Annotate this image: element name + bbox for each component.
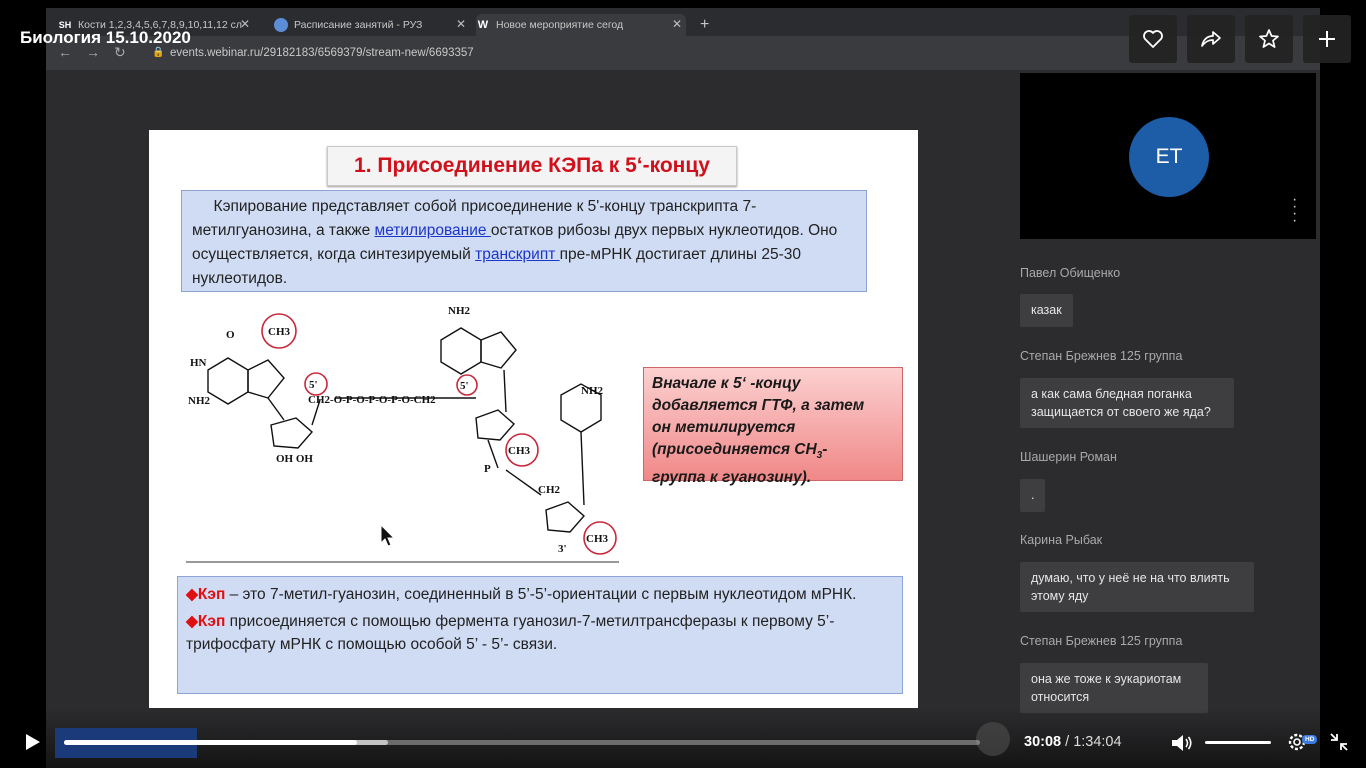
ribose-lower xyxy=(545,501,585,533)
callout-line-5: группа к гуанозину). xyxy=(652,469,812,487)
seek-preview-handle[interactable] xyxy=(976,722,1010,756)
chat-message: . xyxy=(1020,479,1046,512)
chat-message: казак xyxy=(1020,294,1073,327)
share-icon xyxy=(1201,31,1221,47)
add-button[interactable] xyxy=(1303,15,1351,63)
slide-title: 1. Присоединение КЭПа к 5‘-концу xyxy=(327,146,737,186)
address-bar[interactable]: events.webinar.ru/29182183/6569379/strea… xyxy=(170,47,474,59)
bullet-2-text: присоединяется с помощью фермента гуаноз… xyxy=(186,613,835,653)
chat-author: Карина Рыбак xyxy=(1020,533,1103,547)
speaker-icon xyxy=(1172,735,1183,751)
collapse-icon xyxy=(1330,733,1348,751)
mouse-cursor-icon xyxy=(380,524,396,547)
hd-badge: HD xyxy=(1302,735,1318,744)
summary-bullet-1: ◆Кэп – это 7-метил-гуанозин, соединенный… xyxy=(186,583,894,606)
adenine-ring-5 xyxy=(480,331,517,369)
exit-fullscreen-button[interactable] xyxy=(1329,732,1349,752)
chem-3prime: 3' xyxy=(558,543,567,555)
chat-message: думаю, что у неё не на что влиять этому … xyxy=(1020,562,1254,612)
volume-slider[interactable] xyxy=(1205,741,1271,744)
close-tab-icon[interactable]: ✕ xyxy=(672,17,682,31)
star-icon xyxy=(1259,29,1279,48)
browser-tab-label: Расписание занятий - РУЗ xyxy=(294,19,423,31)
lock-icon: 🔒 xyxy=(152,47,165,58)
more-options-icon[interactable]: · · · · xyxy=(1292,192,1297,229)
slide-paragraph: Кэпирование представляет собой присоедин… xyxy=(181,190,867,292)
guanine-ring-6 xyxy=(207,357,249,405)
like-button[interactable] xyxy=(1129,15,1177,63)
slide-callout: Вначале к 5‘ -концу добавляется ГТФ, а з… xyxy=(643,367,903,486)
globe-icon xyxy=(274,18,288,32)
browser-tab-1[interactable]: Расписание занятий - РУЗ ✕ xyxy=(274,14,470,36)
volume-button[interactable] xyxy=(1170,732,1194,754)
guanine-ring-5 xyxy=(247,359,285,399)
w-favicon-icon: W xyxy=(477,19,489,31)
cap-structure-diagram: O CH3 HN NH2 5' OH OH CH2-O-P-O-P-O-P-O-… xyxy=(188,305,617,555)
favorite-button[interactable] xyxy=(1245,15,1293,63)
callout-line-4a: (присоединяется СН xyxy=(652,441,817,458)
callout-line-4b: - xyxy=(822,441,828,458)
chem-ch3-1: CH3 xyxy=(268,326,291,338)
close-tab-icon[interactable]: ✕ xyxy=(456,17,466,31)
chem-5prime-1: 5' xyxy=(309,379,318,391)
chem-hn: HN xyxy=(190,357,207,369)
diamond-bullet-icon: ◆ xyxy=(186,586,198,603)
bullet-2-key: Кэп xyxy=(197,613,226,630)
chem-oxygen: O xyxy=(226,329,235,341)
callout-line-4: (присоединяется СН3- xyxy=(652,439,894,467)
chat-author: Павел Обищенко xyxy=(1020,266,1121,280)
chem-ch2: CH2 xyxy=(538,484,561,496)
callout-line-1: Вначале к 5‘ -концу xyxy=(652,375,801,392)
play-icon xyxy=(26,734,40,750)
chem-p: P xyxy=(484,463,491,475)
new-tab-button[interactable]: + xyxy=(700,14,720,36)
seek-played xyxy=(64,740,357,745)
callout-line-3: он метилируется xyxy=(652,419,796,436)
diamond-bullet-icon: ◆ xyxy=(186,613,198,630)
chem-ohoh: OH OH xyxy=(276,453,313,465)
summary-bullet-2: ◆Кэп присоединяется с помощью фермента г… xyxy=(186,610,894,656)
callout-line-2: добавляется ГТФ, а затем xyxy=(652,397,865,414)
plus-icon xyxy=(1319,31,1335,47)
chem-5prime-2: 5' xyxy=(460,380,469,392)
controls-gradient xyxy=(0,708,1366,768)
chem-nh2-1: NH2 xyxy=(188,395,211,407)
bullet-1-key: Кэп xyxy=(197,586,226,603)
play-button[interactable] xyxy=(22,732,42,752)
share-button[interactable] xyxy=(1187,15,1235,63)
current-time: 30:08 xyxy=(1024,734,1062,750)
heart-icon xyxy=(1143,30,1163,48)
time-separator: / xyxy=(1061,734,1074,750)
chem-ch3-2: CH3 xyxy=(508,445,531,457)
participant-avatar: ET xyxy=(1129,117,1209,197)
browser-tab-2[interactable]: W Новое мероприятие сегод ✕ xyxy=(476,14,686,36)
chat-author: Шашерин Роман xyxy=(1020,450,1117,464)
chat-author: Степан Брежнев 125 группа xyxy=(1020,349,1183,363)
browser-tab-label: Новое мероприятие сегод xyxy=(496,19,624,31)
chat-author: Степан Брежнев 125 группа xyxy=(1020,634,1183,648)
adenine-ring-6 xyxy=(440,327,482,375)
link-transcript[interactable]: транскрипт xyxy=(475,246,560,263)
time-display: 30:08 / 1:34:04 xyxy=(1024,734,1122,750)
chem-chain: CH2-O-P-O-P-O-P-O-CH2 xyxy=(308,394,436,406)
chat-message: она же тоже к эукариотам относится xyxy=(1020,663,1208,713)
ribose-center xyxy=(475,409,515,441)
ribose-left xyxy=(270,417,313,449)
chat-message: а как сама бледная поганка защищается от… xyxy=(1020,378,1234,428)
chem-nh2-3: NH2 xyxy=(581,385,604,397)
total-time: 1:34:04 xyxy=(1073,734,1122,750)
bullet-1-text: – это 7-метил-гуанозин, соединенный в 5’… xyxy=(225,586,857,603)
chem-ch3-3: CH3 xyxy=(586,533,609,545)
link-methylation[interactable]: метилирование xyxy=(375,222,491,239)
video-title: Биология 15.10.2020 xyxy=(20,28,191,47)
close-tab-icon[interactable]: ✕ xyxy=(240,17,250,31)
slide-summary: ◆Кэп – это 7-метил-гуанозин, соединенный… xyxy=(177,576,903,694)
chem-nh2-2: NH2 xyxy=(448,305,471,317)
slide-divider xyxy=(186,561,619,563)
